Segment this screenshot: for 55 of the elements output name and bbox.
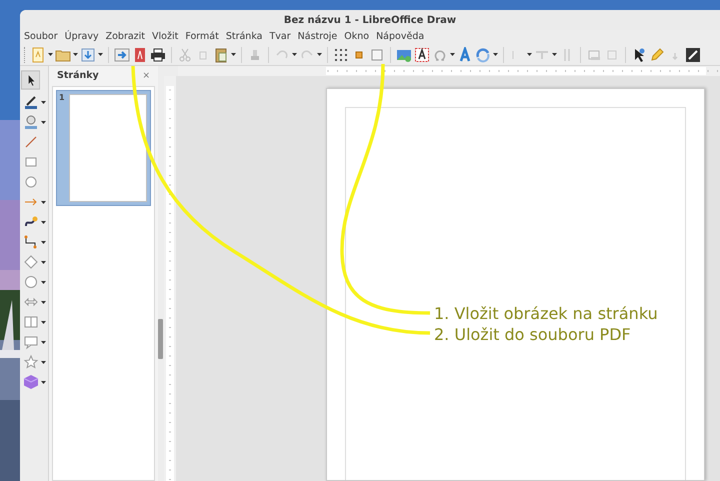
frame-icon[interactable] bbox=[369, 46, 385, 62]
menu-item[interactable]: Soubor bbox=[24, 30, 58, 44]
caret-icon[interactable] bbox=[40, 300, 46, 304]
caret-icon[interactable] bbox=[40, 260, 46, 264]
caret-icon[interactable] bbox=[40, 340, 46, 344]
menu-item[interactable]: Zobrazit bbox=[106, 30, 146, 44]
caret-icon[interactable] bbox=[48, 53, 53, 56]
caret-icon[interactable] bbox=[292, 53, 297, 56]
grid-icon[interactable] bbox=[333, 46, 349, 62]
menu-item[interactable]: Tvar bbox=[270, 30, 291, 44]
printer-icon[interactable] bbox=[150, 46, 166, 62]
menu-item[interactable]: Úpravy bbox=[64, 30, 99, 44]
menu-item[interactable]: Okno bbox=[344, 30, 370, 44]
caret-icon[interactable] bbox=[98, 53, 103, 56]
panel-splitter-handle[interactable] bbox=[158, 318, 163, 358]
menu-item[interactable]: Vložit bbox=[152, 30, 178, 44]
caret-icon[interactable] bbox=[73, 53, 78, 56]
callout-label: 1. Vložit obrázek na stránku bbox=[434, 303, 658, 324]
caret-icon[interactable] bbox=[40, 380, 46, 384]
callout-label: 2. Uložit do souboru PDF bbox=[434, 324, 632, 345]
fill-color-icon[interactable] bbox=[22, 114, 38, 130]
caret-icon[interactable] bbox=[40, 320, 46, 324]
caret-icon[interactable] bbox=[40, 100, 46, 104]
menu-item[interactable]: Nápověda bbox=[376, 30, 424, 44]
menu-item[interactable]: Stránka bbox=[226, 30, 262, 44]
fontwork-icon[interactable] bbox=[457, 46, 473, 62]
caret-icon[interactable] bbox=[552, 53, 557, 56]
caret-icon[interactable] bbox=[40, 200, 46, 204]
export-icon[interactable] bbox=[114, 46, 130, 62]
paste-icon[interactable] bbox=[213, 46, 229, 62]
save-icon[interactable] bbox=[80, 46, 96, 62]
caret-icon[interactable] bbox=[40, 220, 46, 224]
window-title: Bez názvu 1 - LibreOffice Draw bbox=[284, 14, 456, 28]
caret-icon[interactable] bbox=[40, 360, 46, 364]
menu-item[interactable]: Nástroje bbox=[298, 30, 338, 44]
panel-title: Stránky bbox=[57, 68, 99, 83]
connector-icon[interactable] bbox=[22, 234, 38, 250]
text-box-icon[interactable] bbox=[414, 46, 430, 62]
line-color-icon[interactable] bbox=[22, 94, 38, 110]
page-number: 1 bbox=[58, 92, 66, 104]
star-icon[interactable] bbox=[22, 354, 38, 370]
pdf-icon[interactable] bbox=[132, 46, 148, 62]
toggle-extrusion-icon[interactable] bbox=[685, 46, 701, 62]
page-thumbnail[interactable]: 1 bbox=[56, 90, 151, 206]
caret-icon[interactable] bbox=[231, 53, 236, 56]
ellipse-icon[interactable] bbox=[22, 174, 38, 190]
caret-icon[interactable] bbox=[317, 53, 322, 56]
menu-item[interactable]: Formát bbox=[185, 30, 219, 44]
caret-icon[interactable] bbox=[527, 53, 532, 56]
caret-icon[interactable] bbox=[493, 53, 498, 56]
caret-icon[interactable] bbox=[40, 240, 46, 244]
caret-icon[interactable] bbox=[40, 280, 46, 284]
caret-icon[interactable] bbox=[40, 120, 46, 124]
close-button[interactable]: × bbox=[142, 72, 150, 80]
caret-icon[interactable] bbox=[450, 53, 455, 56]
